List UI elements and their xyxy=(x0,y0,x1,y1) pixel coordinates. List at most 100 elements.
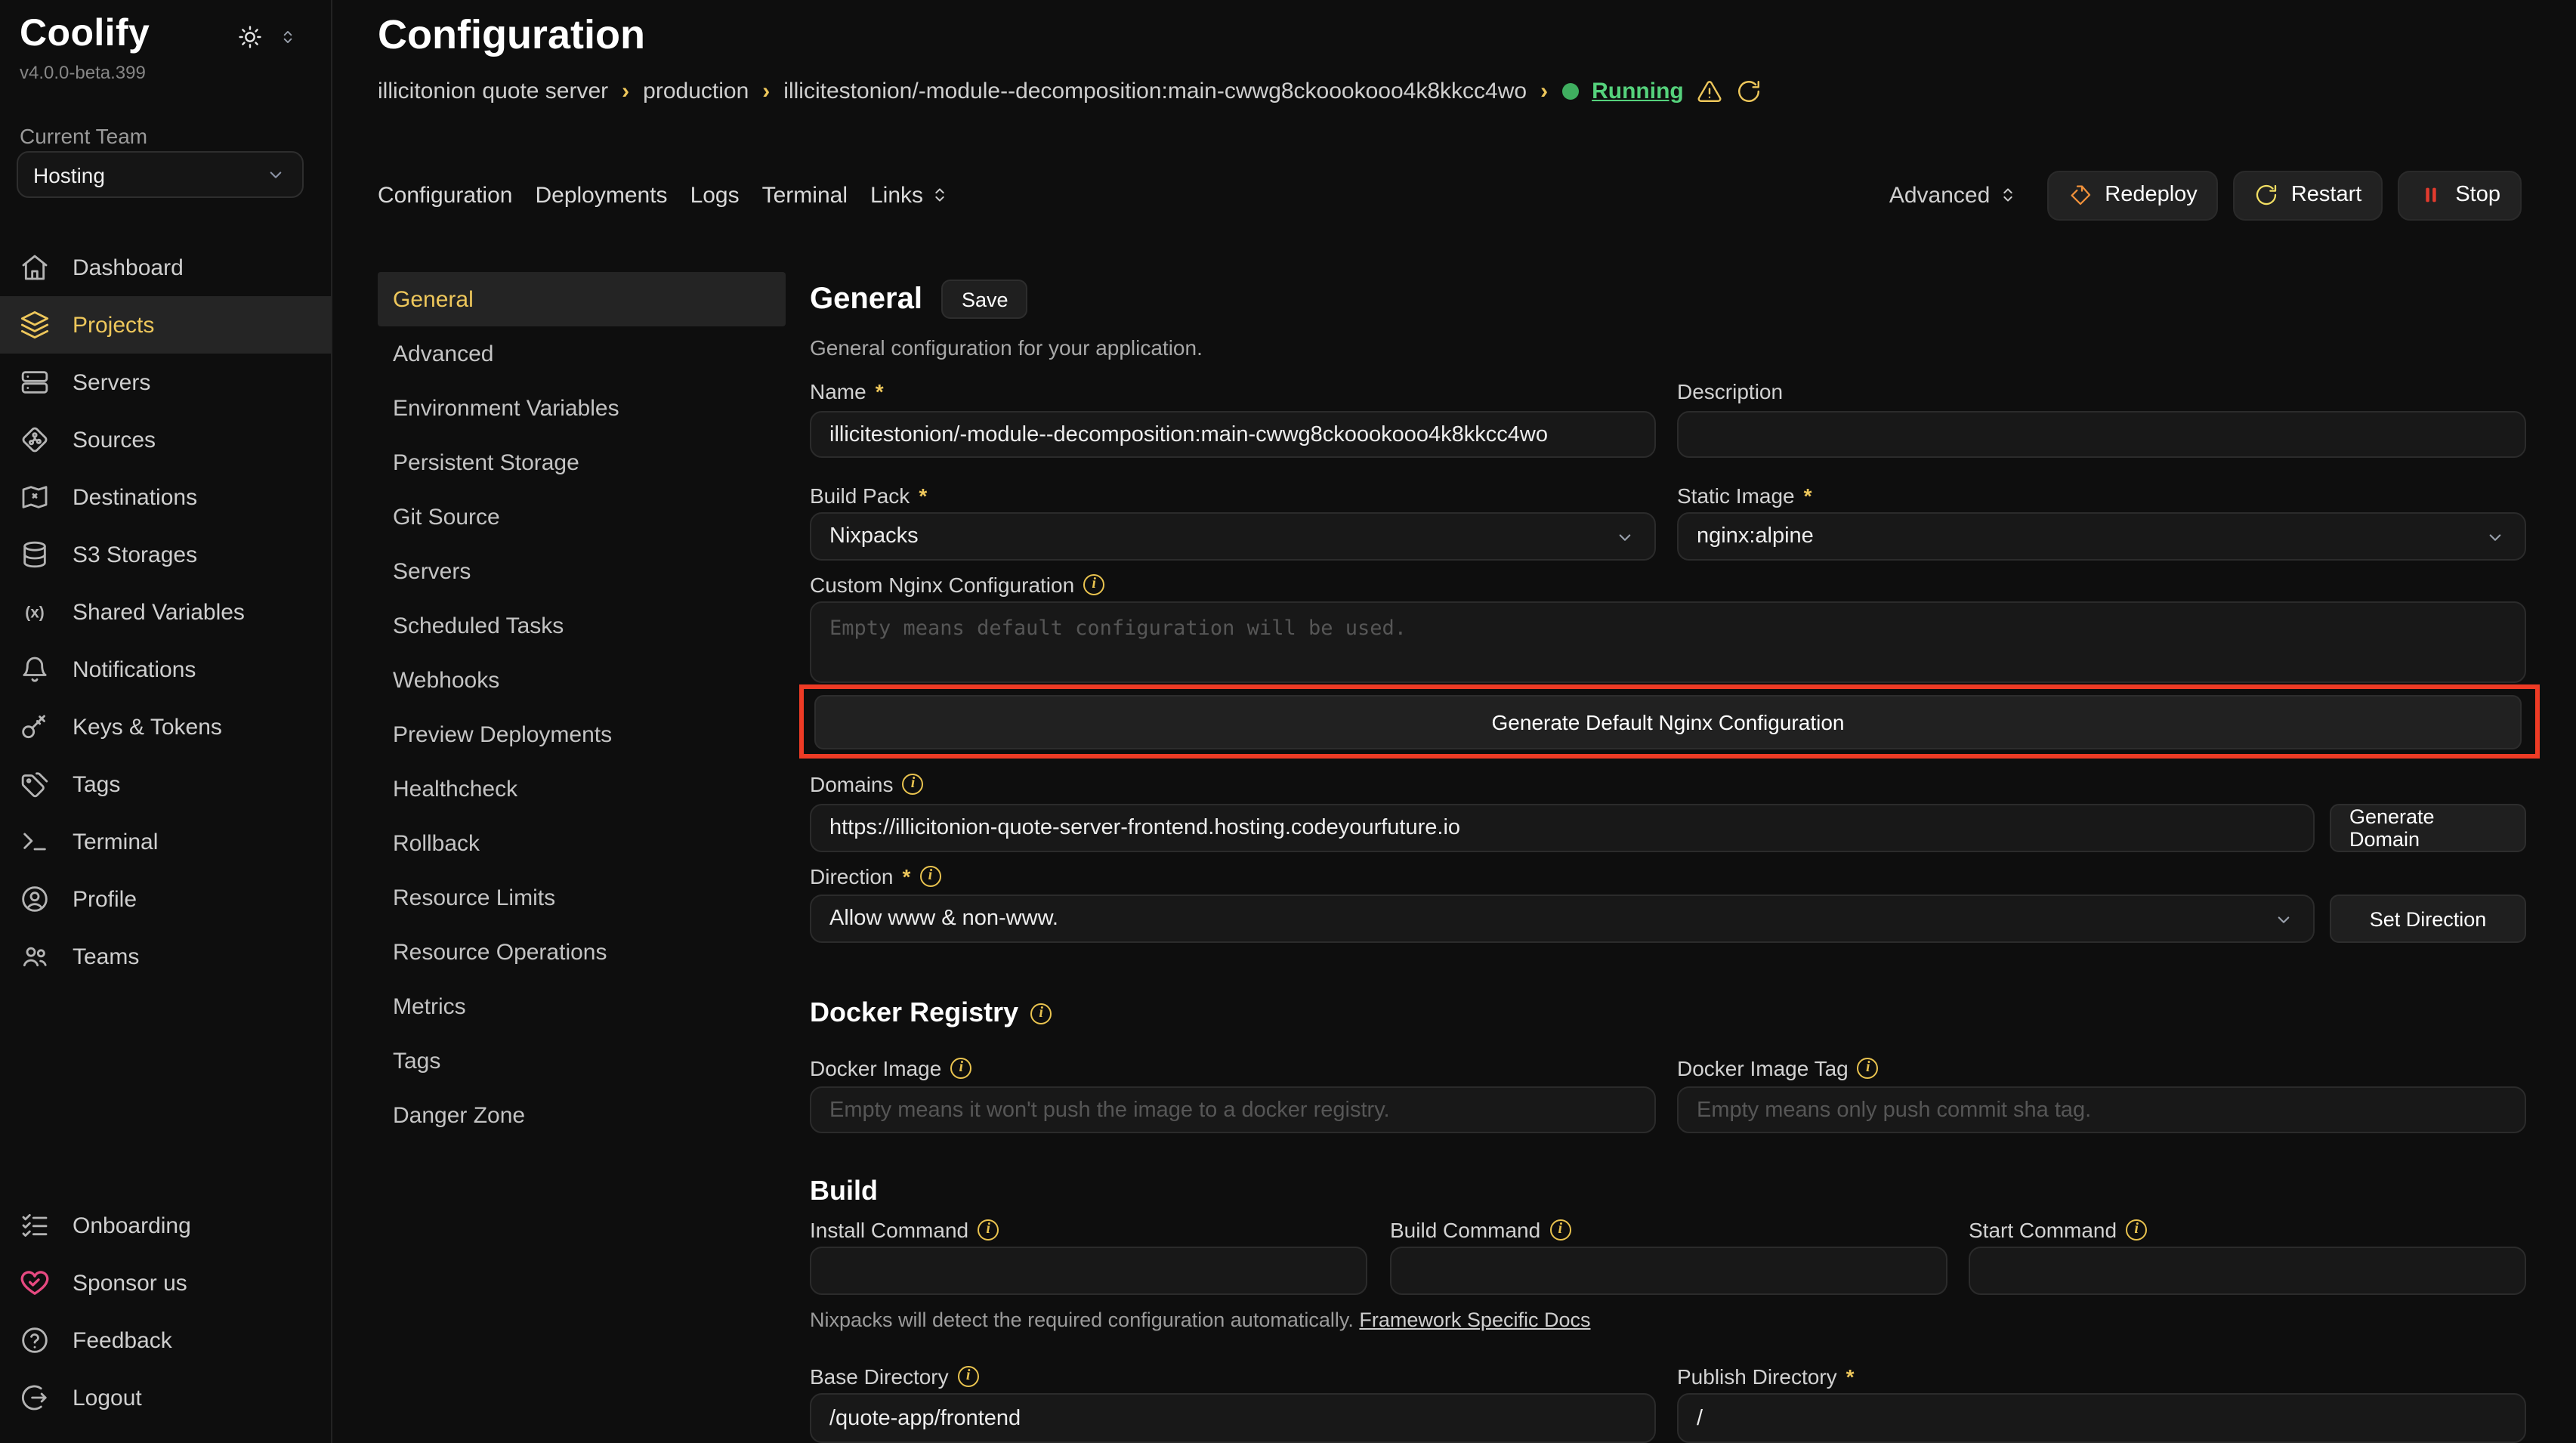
sidebar-item-label: Logout xyxy=(73,1385,142,1411)
submenu-healthcheck[interactable]: Healthcheck xyxy=(378,762,786,816)
info-icon[interactable]: i xyxy=(958,1366,979,1387)
sidebar-item-dashboard[interactable]: Dashboard xyxy=(0,239,331,296)
info-icon[interactable]: i xyxy=(950,1058,971,1079)
name-input[interactable] xyxy=(810,411,1656,458)
sidebar-item-tags[interactable]: Tags xyxy=(0,755,331,813)
submenu-preview-deployments[interactable]: Preview Deployments xyxy=(378,707,786,762)
base-directory-input[interactable] xyxy=(810,1393,1656,1443)
sidebar-item-onboarding[interactable]: Onboarding xyxy=(0,1197,331,1254)
bell-icon xyxy=(20,654,50,684)
set-direction-button[interactable]: Set Direction xyxy=(2330,895,2526,943)
info-icon[interactable]: i xyxy=(1549,1219,1571,1241)
sidebar-item-sources[interactable]: Sources xyxy=(0,411,331,468)
generate-domain-button[interactable]: Generate Domain xyxy=(2330,804,2526,852)
info-icon[interactable]: i xyxy=(1858,1058,1879,1079)
label-text: Static Image xyxy=(1677,484,1795,508)
submenu-general[interactable]: General xyxy=(378,272,786,326)
sidebar-item-logout[interactable]: Logout xyxy=(0,1369,331,1426)
sidebar-item-sponsor-us[interactable]: Sponsor us xyxy=(0,1254,331,1312)
submenu-git-source[interactable]: Git Source xyxy=(378,490,786,544)
build-pack-select[interactable]: Nixpacks xyxy=(810,512,1656,561)
submenu-resource-limits[interactable]: Resource Limits xyxy=(378,870,786,925)
info-icon[interactable]: i xyxy=(903,774,924,795)
sidebar-item-label: Servers xyxy=(73,369,150,395)
framework-docs-link[interactable]: Framework Specific Docs xyxy=(1359,1309,1590,1331)
team-select[interactable]: Hosting xyxy=(17,151,304,198)
chevrons-up-down-icon[interactable] xyxy=(278,27,298,47)
sidebar-item-label: Onboarding xyxy=(73,1213,191,1238)
sidebar-item-destinations[interactable]: Destinations xyxy=(0,468,331,526)
general-section-header: General Save xyxy=(810,280,1028,319)
sidebar-item-label: Terminal xyxy=(73,829,158,854)
sidebar-item-terminal[interactable]: Terminal xyxy=(0,813,331,870)
sidebar-item-profile[interactable]: Profile xyxy=(0,870,331,928)
description-input[interactable] xyxy=(1677,411,2526,458)
main-area: Configuration illicitonion quote server … xyxy=(332,0,2576,1443)
submenu-webhooks[interactable]: Webhooks xyxy=(378,653,786,707)
direction-select[interactable]: Allow www & non-www. xyxy=(810,895,2315,943)
nginx-config-textarea[interactable] xyxy=(810,601,2526,683)
publish-directory-input[interactable] xyxy=(1677,1393,2526,1443)
submenu-environment-variables[interactable]: Environment Variables xyxy=(378,381,786,435)
generate-nginx-config-button[interactable]: Generate Default Nginx Configuration xyxy=(814,695,2522,749)
submenu-resource-operations[interactable]: Resource Operations xyxy=(378,925,786,979)
app-version: v4.0.0-beta.399 xyxy=(20,62,146,83)
breadcrumb-environment[interactable]: production xyxy=(643,79,749,104)
start-command-input[interactable] xyxy=(1969,1247,2526,1295)
info-icon[interactable]: i xyxy=(2126,1219,2147,1241)
info-icon[interactable]: i xyxy=(919,866,941,887)
install-command-input[interactable] xyxy=(810,1247,1367,1295)
direction-label: Direction * i xyxy=(810,864,941,888)
submenu-rollback[interactable]: Rollback xyxy=(378,816,786,870)
sidebar-item-label: Profile xyxy=(73,886,137,912)
submenu-scheduled-tasks[interactable]: Scheduled Tasks xyxy=(378,598,786,653)
submenu-tags[interactable]: Tags xyxy=(378,1034,786,1088)
app-logo[interactable]: Coolify xyxy=(20,12,150,56)
general-heading: General xyxy=(810,282,922,317)
sidebar-item-label: Dashboard xyxy=(73,255,184,280)
sidebar-item-teams[interactable]: Teams xyxy=(0,928,331,985)
submenu-advanced[interactable]: Advanced xyxy=(378,326,786,381)
base-directory-label: Base Directory i xyxy=(810,1364,979,1389)
general-form: General Save General configuration for y… xyxy=(810,0,2526,1443)
sidebar-item-notifications[interactable]: Notifications xyxy=(0,641,331,698)
sidebar-item-shared-variables[interactable]: Shared Variables xyxy=(0,583,331,641)
sidebar-item-servers[interactable]: Servers xyxy=(0,354,331,411)
info-icon[interactable]: i xyxy=(978,1219,999,1241)
sidebar-item-feedback[interactable]: Feedback xyxy=(0,1312,331,1369)
sidebar-item-projects[interactable]: Projects xyxy=(0,296,331,354)
docker-image-tag-label: Docker Image Tag i xyxy=(1677,1056,1879,1080)
build-command-input[interactable] xyxy=(1390,1247,1947,1295)
label-text: Publish Directory xyxy=(1677,1364,1837,1389)
submenu-servers[interactable]: Servers xyxy=(378,544,786,598)
breadcrumb-project[interactable]: illicitonion quote server xyxy=(378,79,608,104)
page-title: Configuration xyxy=(378,12,645,59)
info-icon[interactable]: i xyxy=(1030,1003,1052,1024)
label-text: Start Command xyxy=(1969,1218,2117,1242)
static-image-select[interactable]: nginx:alpine xyxy=(1677,512,2526,561)
sun-icon[interactable] xyxy=(237,24,263,50)
database-icon xyxy=(20,539,50,570)
map-icon xyxy=(20,482,50,512)
sidebar-item-keys-tokens[interactable]: Keys & Tokens xyxy=(0,698,331,755)
info-icon[interactable]: i xyxy=(1083,574,1104,595)
submenu-metrics[interactable]: Metrics xyxy=(378,979,786,1034)
tab-deployments[interactable]: Deployments xyxy=(535,182,667,208)
tab-label: Configuration xyxy=(378,182,512,208)
sidebar-item-label: S3 Storages xyxy=(73,542,197,567)
label-text: Base Directory xyxy=(810,1364,949,1389)
current-team-label: Current Team xyxy=(20,124,147,148)
save-button[interactable]: Save xyxy=(942,280,1028,319)
nginx-config-label: Custom Nginx Configuration i xyxy=(810,573,1104,597)
static-image-label: Static Image * xyxy=(1677,484,1812,508)
tab-logs[interactable]: Logs xyxy=(690,182,740,208)
sidebar-item-s3-storages[interactable]: S3 Storages xyxy=(0,526,331,583)
sidebar-item-label: Sources xyxy=(73,427,156,453)
domains-input[interactable] xyxy=(810,804,2315,852)
docker-image-tag-input[interactable] xyxy=(1677,1086,2526,1133)
submenu-persistent-storage[interactable]: Persistent Storage xyxy=(378,435,786,490)
submenu-danger-zone[interactable]: Danger Zone xyxy=(378,1088,786,1142)
tab-configuration[interactable]: Configuration xyxy=(378,182,512,208)
docker-image-input[interactable] xyxy=(810,1086,1656,1133)
install-command-label: Install Command i xyxy=(810,1218,999,1242)
